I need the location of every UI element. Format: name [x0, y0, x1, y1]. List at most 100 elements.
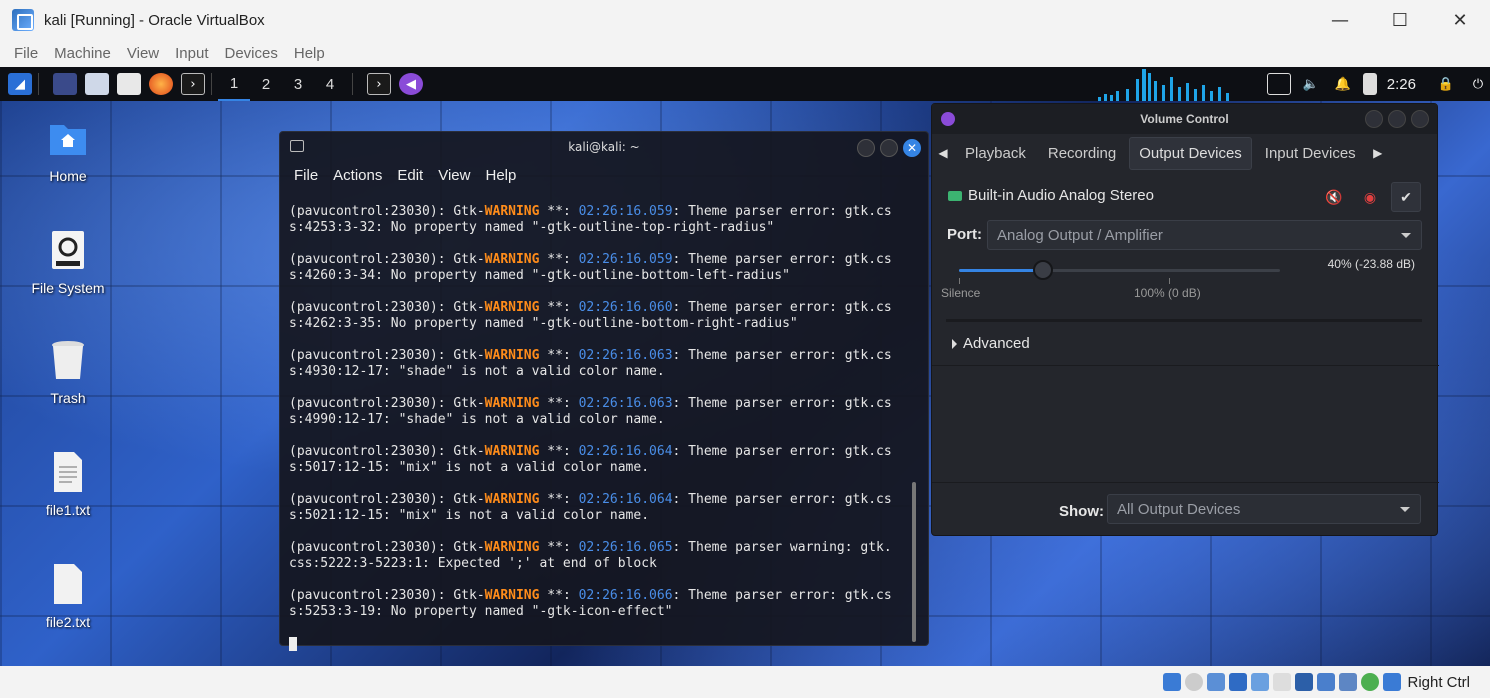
- display-icon[interactable]: [1295, 673, 1314, 691]
- timestamp: 02:26:16.064: [578, 444, 673, 459]
- expander-arrow-icon: [952, 338, 957, 349]
- vt-x-icon[interactable]: [1339, 673, 1358, 691]
- menu-machine[interactable]: Machine: [54, 45, 111, 62]
- usb-icon[interactable]: [1251, 673, 1270, 691]
- terminal-titlebar[interactable]: kali@kali: ~ ✕: [280, 132, 928, 162]
- menu-help[interactable]: Help: [294, 45, 325, 62]
- volume-close-button[interactable]: [1411, 110, 1429, 128]
- volume-titlebar[interactable]: Volume Control: [932, 104, 1437, 134]
- network-icon[interactable]: [1229, 673, 1248, 691]
- notifications-icon[interactable]: 🔔: [1331, 73, 1355, 95]
- shared-folders-icon[interactable]: [1273, 673, 1292, 691]
- volume-control-window[interactable]: Volume Control ◀ Playback Recording Outp…: [931, 103, 1439, 536]
- volume-maximize-button[interactable]: [1388, 110, 1406, 128]
- logout-icon[interactable]: ⏻: [1466, 73, 1490, 95]
- desktop-icon-file-system[interactable]: File System: [20, 229, 116, 296]
- minimize-button[interactable]: —: [1310, 0, 1370, 40]
- set-default-icon[interactable]: ✔: [1391, 182, 1421, 212]
- warning-level: WARNING: [484, 588, 540, 603]
- mute-icon[interactable]: 🔇: [1319, 182, 1349, 212]
- log-line: s:4262:3-35: No property named "-gtk-out…: [289, 316, 798, 331]
- show-select[interactable]: All Output Devices: [1107, 494, 1421, 524]
- lock-channels-icon[interactable]: ◉: [1355, 182, 1385, 212]
- workspace-4[interactable]: 4: [314, 67, 346, 101]
- file-manager-icon[interactable]: [85, 73, 109, 95]
- port-select[interactable]: Analog Output / Amplifier: [987, 220, 1422, 250]
- log-line: (pavucontrol:23030): Gtk-WARNING **: 02:…: [289, 300, 892, 315]
- firefox-icon[interactable]: [149, 73, 173, 95]
- menu-view[interactable]: View: [127, 45, 159, 62]
- workspace-3[interactable]: 3: [282, 67, 314, 101]
- host-key-label: Right Ctrl: [1407, 673, 1470, 691]
- show-desktop-icon[interactable]: [53, 73, 77, 95]
- terminal-close-button[interactable]: ✕: [903, 139, 921, 157]
- terminal-menu-file[interactable]: File: [294, 167, 318, 184]
- terminal-menu-help[interactable]: Help: [485, 167, 516, 184]
- maximize-button[interactable]: ☐: [1370, 0, 1430, 40]
- terminal-maximize-button[interactable]: [880, 139, 898, 157]
- log-line: css:5222:3-5223:1: Expected ';' at end o…: [289, 556, 657, 571]
- desktop-icon-label: file2.txt: [45, 614, 91, 630]
- warning-level: WARNING: [484, 348, 540, 363]
- terminal-menu-actions[interactable]: Actions: [333, 167, 382, 184]
- tab-input-devices[interactable]: Input Devices: [1256, 138, 1365, 169]
- desktop-icon-file1[interactable]: file1.txt: [20, 451, 116, 518]
- panel-clock[interactable]: 2:26: [1387, 76, 1416, 93]
- terminal-window[interactable]: kali@kali: ~ ✕ File Actions Edit View He…: [279, 131, 929, 651]
- desktop-icon-home[interactable]: Home: [20, 117, 116, 184]
- warning-level: WARNING: [484, 252, 540, 267]
- desktop-icon-trash[interactable]: Trash: [20, 339, 116, 406]
- text-editor-icon[interactable]: [117, 73, 141, 95]
- menu-input[interactable]: Input: [175, 45, 208, 62]
- desktop-icon-label: Trash: [50, 390, 86, 406]
- workspace-1[interactable]: 1: [218, 67, 250, 101]
- tab-scroll-right-icon[interactable]: ▶: [1367, 146, 1389, 160]
- mouse-integration-icon[interactable]: [1361, 673, 1380, 691]
- menu-file[interactable]: File: [14, 45, 38, 62]
- warning-level: WARNING: [484, 444, 540, 459]
- device-name: Built-in Audio Analog Stereo: [968, 187, 1154, 204]
- audio-icon[interactable]: [1207, 673, 1226, 691]
- volume-slider[interactable]: [959, 260, 1280, 280]
- taskbar-terminal-icon[interactable]: ›: [367, 73, 391, 95]
- volume-icon[interactable]: 🔈: [1299, 73, 1323, 95]
- menu-devices[interactable]: Devices: [225, 45, 278, 62]
- recording-icon[interactable]: [1317, 673, 1336, 691]
- hard-disk-icon[interactable]: [1163, 673, 1182, 691]
- tab-scroll-left-icon[interactable]: ◀: [932, 146, 954, 160]
- terminal-output[interactable]: (pavucontrol:23030): Gtk-WARNING **: 02:…: [289, 204, 911, 652]
- terminal-scrollbar[interactable]: [912, 482, 916, 642]
- host-titlebar: kali [Running] - Oracle VirtualBox — ☐ ✕: [0, 0, 1490, 40]
- lock-screen-icon[interactable]: 🔒: [1434, 73, 1458, 95]
- volume-minimize-button[interactable]: [1365, 110, 1383, 128]
- panel-separator: [352, 73, 353, 95]
- terminal-window-icon: [290, 140, 304, 152]
- guest-display[interactable]: ◢ › 1 2 3 4 › ◀ 🔈 🔔 2:26 🔒 ⏻ Home File S…: [0, 67, 1490, 666]
- terminal-icon[interactable]: ›: [181, 73, 205, 95]
- tab-output-devices[interactable]: Output Devices: [1129, 136, 1252, 170]
- show-value: All Output Devices: [1117, 501, 1241, 518]
- volume-slider-handle[interactable]: [1033, 260, 1053, 280]
- terminal-log-entry: (pavucontrol:23030): Gtk-WARNING **: 02:…: [289, 540, 911, 572]
- display-icon[interactable]: [1266, 73, 1291, 95]
- battery-icon[interactable]: [1362, 73, 1377, 95]
- log-line: (pavucontrol:23030): Gtk-WARNING **: 02:…: [289, 348, 892, 363]
- kali-menu-icon[interactable]: ◢: [8, 73, 32, 95]
- terminal-log-entry: (pavucontrol:23030): Gtk-WARNING **: 02:…: [289, 492, 911, 524]
- log-line: s:5253:3-19: No property named "-gtk-ico…: [289, 604, 673, 619]
- terminal-menu-view[interactable]: View: [438, 167, 470, 184]
- tab-playback[interactable]: Playback: [956, 138, 1035, 169]
- terminal-minimize-button[interactable]: [857, 139, 875, 157]
- tab-recording[interactable]: Recording: [1039, 138, 1125, 169]
- keyboard-icon[interactable]: [1383, 673, 1402, 691]
- optical-drive-icon[interactable]: [1185, 673, 1204, 691]
- terminal-title: kali@kali: ~: [568, 140, 640, 154]
- taskbar-volume-control-icon[interactable]: ◀: [399, 73, 423, 95]
- close-button[interactable]: ✕: [1430, 0, 1490, 40]
- advanced-expander[interactable]: Advanced: [952, 335, 1030, 352]
- desktop-icon-file2[interactable]: file2.txt: [20, 563, 116, 630]
- workspace-2[interactable]: 2: [250, 67, 282, 101]
- log-line: (pavucontrol:23030): Gtk-WARNING **: 02:…: [289, 540, 892, 555]
- terminal-menu-edit[interactable]: Edit: [397, 167, 423, 184]
- drive-icon: [52, 231, 84, 269]
